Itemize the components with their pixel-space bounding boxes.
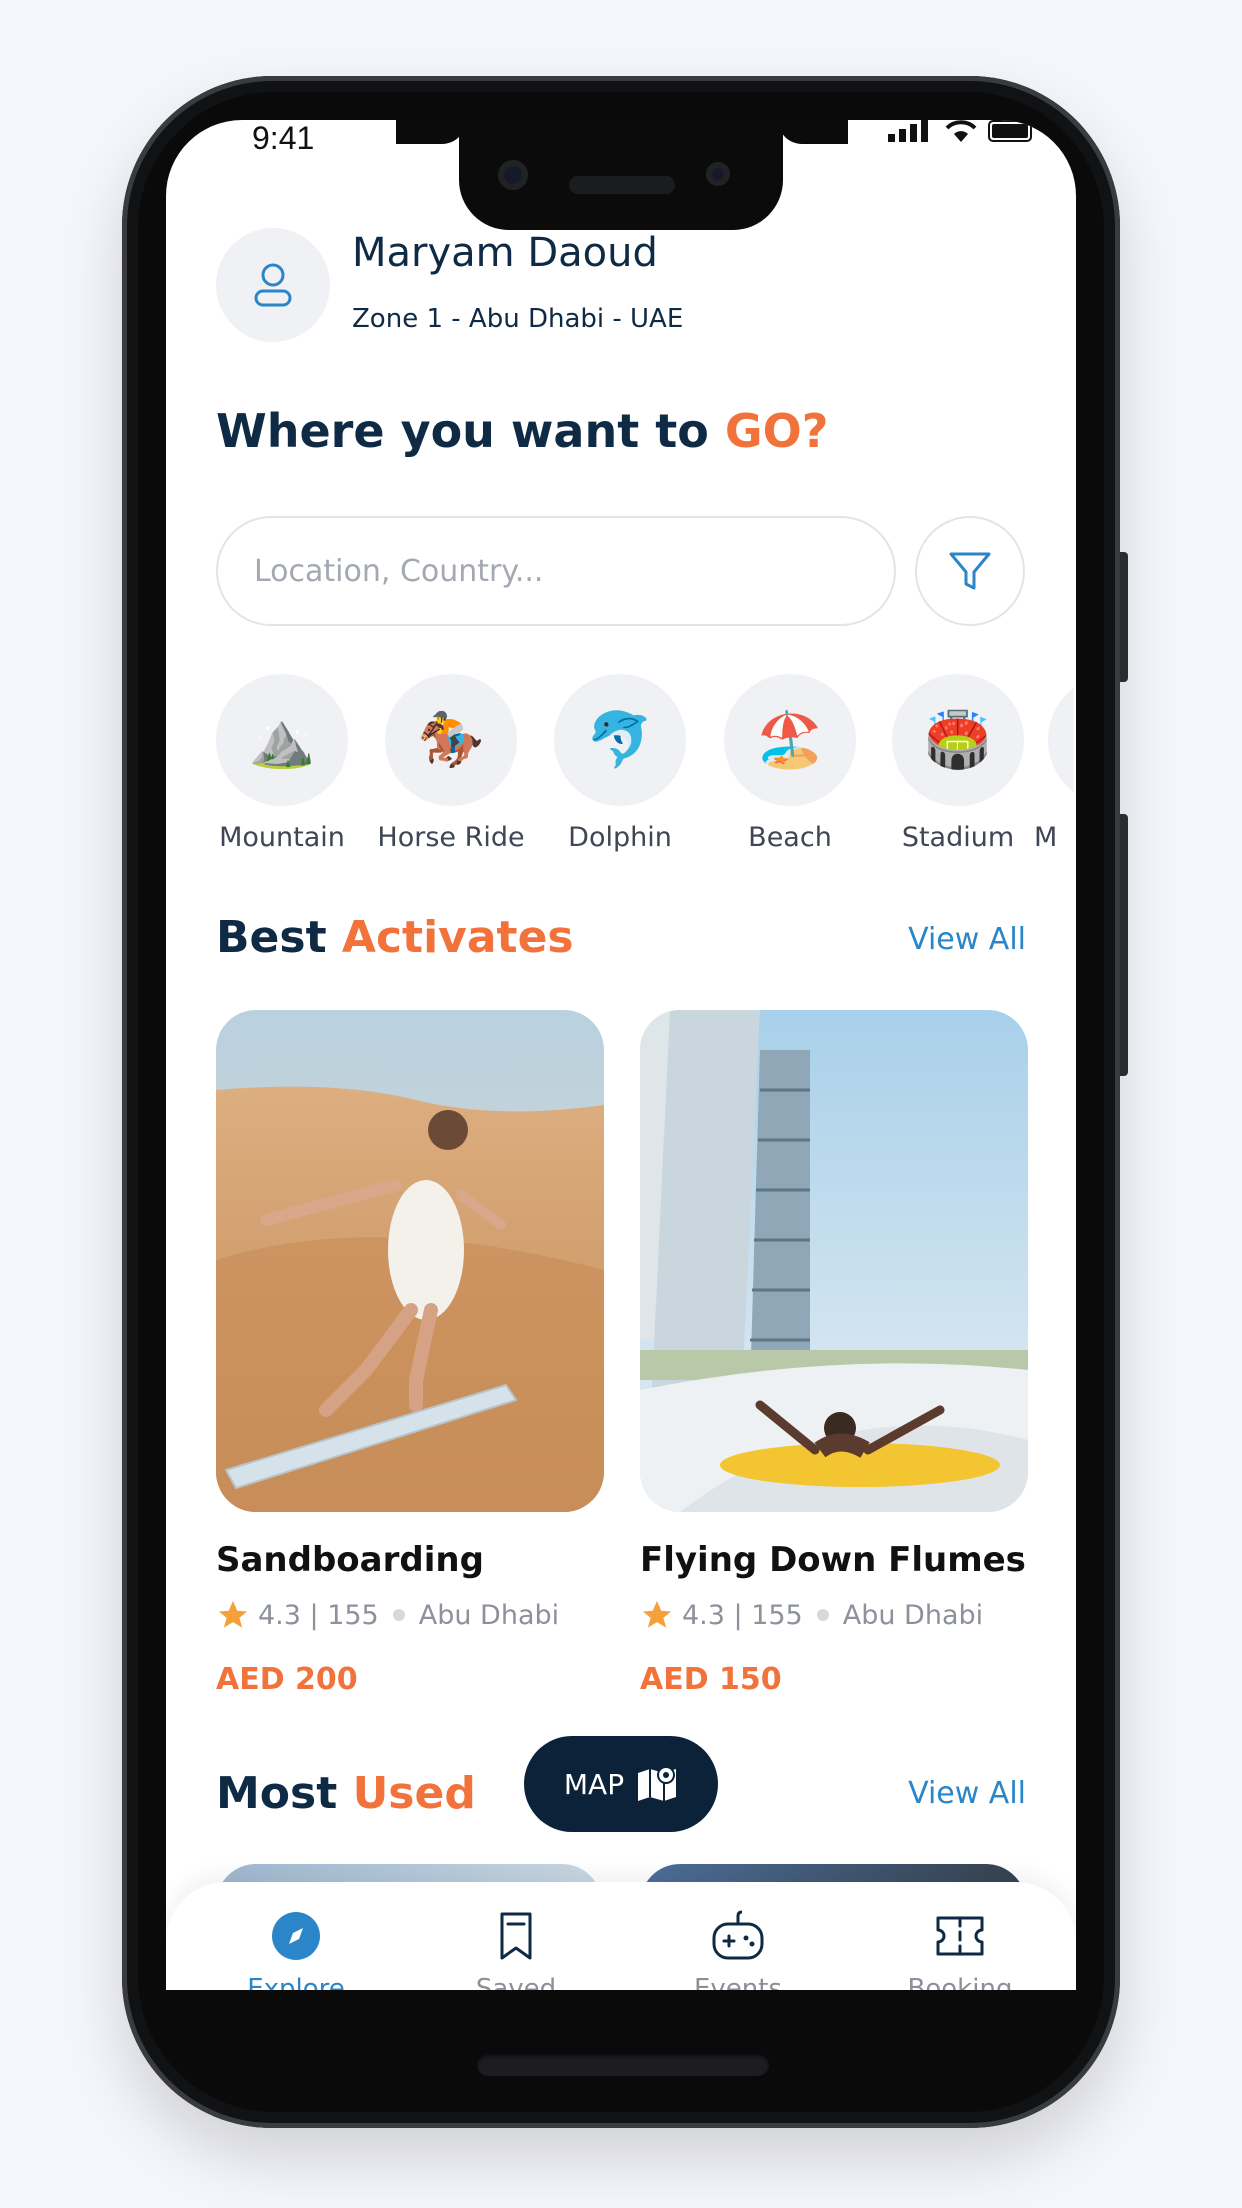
activity-title: Sandboarding	[216, 1540, 484, 1580]
mountain-icon: ⛰️	[216, 674, 348, 806]
user-icon	[254, 263, 292, 307]
nav-label: Booking	[907, 1974, 1013, 1990]
separator-dot	[816, 1609, 829, 1621]
bottom-navigation: Explore Saved Events Booking	[166, 1882, 1076, 1990]
user-name: Maryam Daoud	[352, 230, 658, 276]
activity-card[interactable]: Sandboarding 4.3 | 155 Abu Dhabi AED 200	[216, 1010, 604, 1697]
page-headline: Where you want to GO?	[216, 404, 828, 458]
place-text: Abu Dhabi	[418, 1599, 560, 1631]
notch-edge	[396, 120, 466, 144]
user-location: Zone 1 - Abu Dhabi - UAE	[352, 304, 684, 334]
section-title-best: Best Activates	[216, 912, 574, 963]
horse-ride-icon: 🏇	[385, 674, 517, 806]
category-dolphin[interactable]: 🐬 Dolphin	[540, 674, 700, 853]
star-icon	[642, 1600, 672, 1628]
category-partial[interactable]: M	[1034, 674, 1074, 853]
category-label: Horse Ride	[377, 822, 525, 853]
activity-photo-sandboarding	[216, 1010, 604, 1512]
compass-icon	[272, 1912, 320, 1960]
map-button-label: MAP	[563, 1767, 625, 1801]
place-text: Abu Dhabi	[842, 1599, 984, 1631]
home-indicator	[477, 2054, 769, 2076]
category-beach[interactable]: 🏖️ Beach	[710, 674, 870, 853]
category-label: Beach	[748, 822, 832, 853]
app-screen: 9:41 Maryam Daoud Zone 1 - Abu Dhabi - U…	[166, 120, 1076, 1990]
activity-card[interactable]: Flying Down Flumes 4.3 | 155 Abu Dhabi A…	[640, 1010, 1028, 1697]
filter-icon	[949, 552, 991, 590]
search-input[interactable]	[254, 553, 830, 589]
separator-dot	[392, 1609, 405, 1621]
category-icon	[1048, 674, 1074, 806]
category-list: ⛰️ Mountain 🏇 Horse Ride 🐬 Dolphin 🏖️ Be…	[216, 674, 1076, 864]
wifi-icon	[945, 120, 977, 142]
dolphin-icon: 🐬	[554, 674, 686, 806]
side-button	[1120, 552, 1128, 682]
nav-label: Events	[693, 1974, 783, 1990]
avatar[interactable]	[216, 228, 330, 342]
view-all-link[interactable]: View All	[908, 1776, 1026, 1811]
search-box[interactable]	[216, 516, 896, 626]
category-label: Dolphin	[568, 822, 672, 853]
section-title-accent: Used	[352, 1768, 476, 1819]
map-button[interactable]: MAP	[524, 1736, 718, 1832]
activity-price: AED 150	[640, 1662, 782, 1697]
section-title-text: Most	[216, 1768, 353, 1819]
nav-label: Explore	[247, 1974, 345, 1990]
category-label: Stadium	[901, 822, 1015, 853]
headline-accent: GO?	[724, 404, 829, 458]
star-icon	[218, 1600, 248, 1628]
earpiece-speaker	[569, 176, 675, 194]
rating-text: 4.3 | 155	[258, 1599, 379, 1631]
section-title-text: Best	[216, 912, 342, 963]
front-camera	[498, 160, 528, 190]
category-mountain[interactable]: ⛰️ Mountain	[202, 674, 362, 853]
activity-photo-flumes	[640, 1010, 1028, 1512]
view-all-link[interactable]: View All	[908, 922, 1026, 957]
activity-meta: 4.3 | 155 Abu Dhabi	[216, 1598, 604, 1632]
screen-bezel-bottom	[166, 1990, 1076, 2030]
activity-title: Flying Down Flumes	[640, 1540, 1026, 1580]
status-icons	[888, 120, 1036, 142]
gamepad-icon	[712, 1910, 764, 1960]
bookmark-icon	[500, 1912, 532, 1960]
activity-meta: 4.3 | 155 Abu Dhabi	[640, 1598, 1028, 1632]
sensor	[706, 162, 730, 186]
activity-price: AED 200	[216, 1662, 358, 1697]
nav-explore[interactable]: Explore	[216, 1910, 376, 1990]
section-title-accent: Activates	[341, 912, 574, 963]
category-horse-ride[interactable]: 🏇 Horse Ride	[371, 674, 531, 853]
category-label: Mountain	[219, 822, 345, 853]
nav-booking[interactable]: Booking	[880, 1910, 1040, 1990]
rating-text: 4.3 | 155	[682, 1599, 803, 1631]
map-icon	[638, 1766, 677, 1801]
battery-icon	[988, 120, 1032, 142]
nav-events[interactable]: Events	[658, 1910, 818, 1990]
status-time: 9:41	[252, 120, 315, 156]
nav-saved[interactable]: Saved	[436, 1910, 596, 1990]
side-button	[1120, 814, 1128, 1076]
stadium-icon: 🏟️	[892, 674, 1024, 806]
signal-icon	[888, 120, 928, 142]
filter-button[interactable]	[915, 516, 1025, 626]
nav-label: Saved	[475, 1974, 557, 1990]
category-stadium[interactable]: 🏟️ Stadium	[878, 674, 1038, 853]
category-label: M	[1034, 822, 1058, 853]
notch-edge	[778, 120, 848, 144]
headline-text: Where you want to	[216, 404, 725, 458]
section-title-most-used: Most Used	[216, 1768, 476, 1819]
beach-icon: 🏖️	[724, 674, 856, 806]
ticket-icon	[936, 1916, 984, 1956]
